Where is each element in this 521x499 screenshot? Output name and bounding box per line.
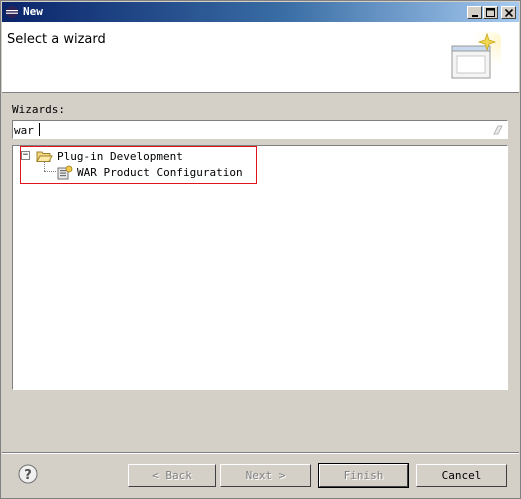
cancel-button[interactable]: Cancel	[416, 464, 507, 487]
svg-text:?: ?	[24, 468, 32, 483]
close-icon	[504, 8, 513, 17]
tree-connector	[44, 171, 56, 172]
tree-item-label: WAR Product Configuration	[77, 165, 243, 179]
wizard-filter-input[interactable]: war	[12, 120, 508, 139]
help-icon[interactable]: ?	[18, 464, 38, 484]
finish-button[interactable]: Finish	[318, 463, 409, 488]
new-wizard-icon	[451, 32, 501, 79]
wizards-label: Wizards:	[12, 103, 65, 116]
footer-separator	[2, 452, 519, 454]
back-button[interactable]: < Back	[128, 464, 216, 487]
tree-item-label: Plug-in Development	[57, 149, 183, 163]
minimize-button[interactable]	[467, 6, 482, 19]
title-bar[interactable]: New	[2, 2, 519, 22]
filter-text: war	[14, 124, 34, 137]
new-wizard-dialog: New Select a wizard Wizards: war − Plug-…	[0, 0, 521, 499]
text-cursor	[39, 123, 40, 136]
minimize-icon	[471, 14, 478, 17]
next-button[interactable]: Next >	[220, 464, 311, 487]
clear-filter-icon[interactable]	[492, 124, 503, 135]
maximize-button[interactable]	[483, 6, 498, 19]
product-config-icon	[57, 165, 73, 179]
collapse-toggle[interactable]: −	[21, 151, 30, 160]
maximize-icon	[486, 8, 495, 17]
wizard-header: Select a wizard	[2, 22, 519, 93]
tree-connector	[44, 161, 45, 171]
tree-item-war-product-configuration[interactable]: WAR Product Configuration	[57, 164, 243, 180]
window-title: New	[23, 5, 43, 18]
close-button[interactable]	[501, 6, 516, 19]
eclipse-icon	[6, 6, 18, 18]
wizard-tree[interactable]: − Plug-in Development WAR Product Config…	[12, 145, 508, 390]
page-title: Select a wizard	[7, 32, 106, 47]
tree-item-plugin-development[interactable]: Plug-in Development	[36, 148, 183, 164]
